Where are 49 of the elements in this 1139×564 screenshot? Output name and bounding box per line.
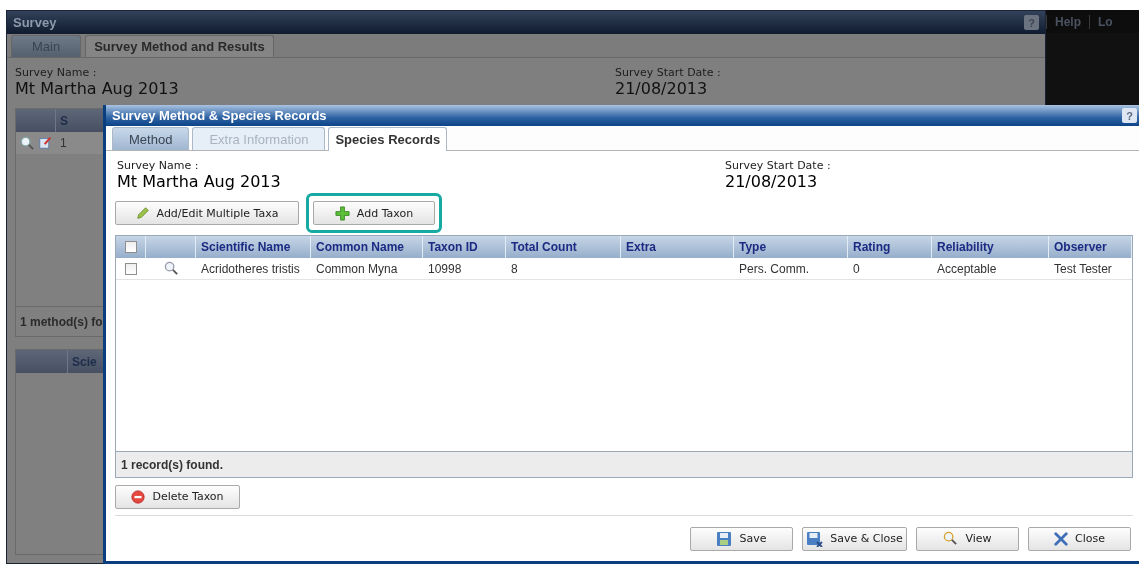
row-checkbox[interactable] — [125, 262, 137, 275]
toolbar-button[interactable]: Add/Edit Multiple Taxa — [115, 201, 299, 225]
table-cell-text: 10998 — [427, 260, 463, 278]
tab[interactable]: Survey Method and Results — [85, 35, 274, 57]
table-cell-text: 0 — [852, 260, 861, 278]
table-cell-text: Common Myna — [315, 260, 399, 278]
search-icon — [20, 135, 35, 151]
close-icon — [1054, 531, 1068, 546]
table-cell-text: 8 — [510, 260, 519, 278]
plus-icon — [334, 205, 350, 221]
column-header[interactable]: Total Count — [506, 236, 621, 258]
field-value: Mt Martha Aug 2013 — [15, 79, 180, 98]
field-value: Mt Martha Aug 2013 — [117, 172, 282, 191]
column-header[interactable]: Scientific Name — [196, 236, 311, 258]
field-value: 21/08/2013 — [615, 79, 709, 98]
column-header[interactable]: Extra — [621, 236, 734, 258]
edit-icon — [39, 135, 52, 149]
dialog-button[interactable]: View — [916, 526, 1019, 551]
minus-icon — [131, 489, 146, 504]
dialog-button[interactable]: Save — [690, 526, 793, 551]
column-header[interactable]: Reliability — [932, 236, 1049, 258]
table-cell-text: Acceptable — [936, 260, 998, 278]
field-label: Survey Name : — [117, 159, 200, 172]
toolbar-button[interactable]: Add Taxon — [313, 201, 435, 225]
pencil-icon — [135, 206, 150, 220]
dialog-button[interactable]: Close — [1028, 526, 1131, 551]
tab[interactable]: Species Records — [328, 127, 448, 151]
column-header[interactable]: Common Name — [311, 236, 423, 258]
field-label: Survey Start Date : — [725, 159, 832, 172]
field-value: 21/08/2013 — [725, 172, 819, 191]
tab[interactable]: Method — [112, 127, 190, 150]
table-cell-text: Pers. Comm. — [738, 260, 810, 278]
table-cell-text: Acridotheres tristis — [200, 260, 301, 278]
search-icon — [163, 261, 179, 276]
dialog-button[interactable]: Save & Close — [802, 526, 907, 551]
table-cell-text: Test Tester — [1053, 260, 1113, 278]
column-header[interactable]: Rating — [848, 236, 932, 258]
field-label: Survey Start Date : — [615, 66, 722, 79]
delete-taxon-button[interactable]: Delete Taxon — [115, 484, 240, 509]
search-icon — [943, 531, 959, 546]
column-header[interactable]: Type — [734, 236, 848, 258]
help-button[interactable]: ? — [1122, 108, 1137, 123]
table-cell-text: 1 — [59, 136, 67, 150]
column-header[interactable]: Taxon ID — [423, 236, 506, 258]
record-count: 1 record(s) found. — [116, 451, 1132, 477]
field-label: Survey Name : — [15, 66, 98, 79]
window-title: Survey — [13, 15, 57, 30]
column-header[interactable]: Observer — [1049, 236, 1132, 258]
select-all-checkbox[interactable] — [124, 241, 137, 253]
